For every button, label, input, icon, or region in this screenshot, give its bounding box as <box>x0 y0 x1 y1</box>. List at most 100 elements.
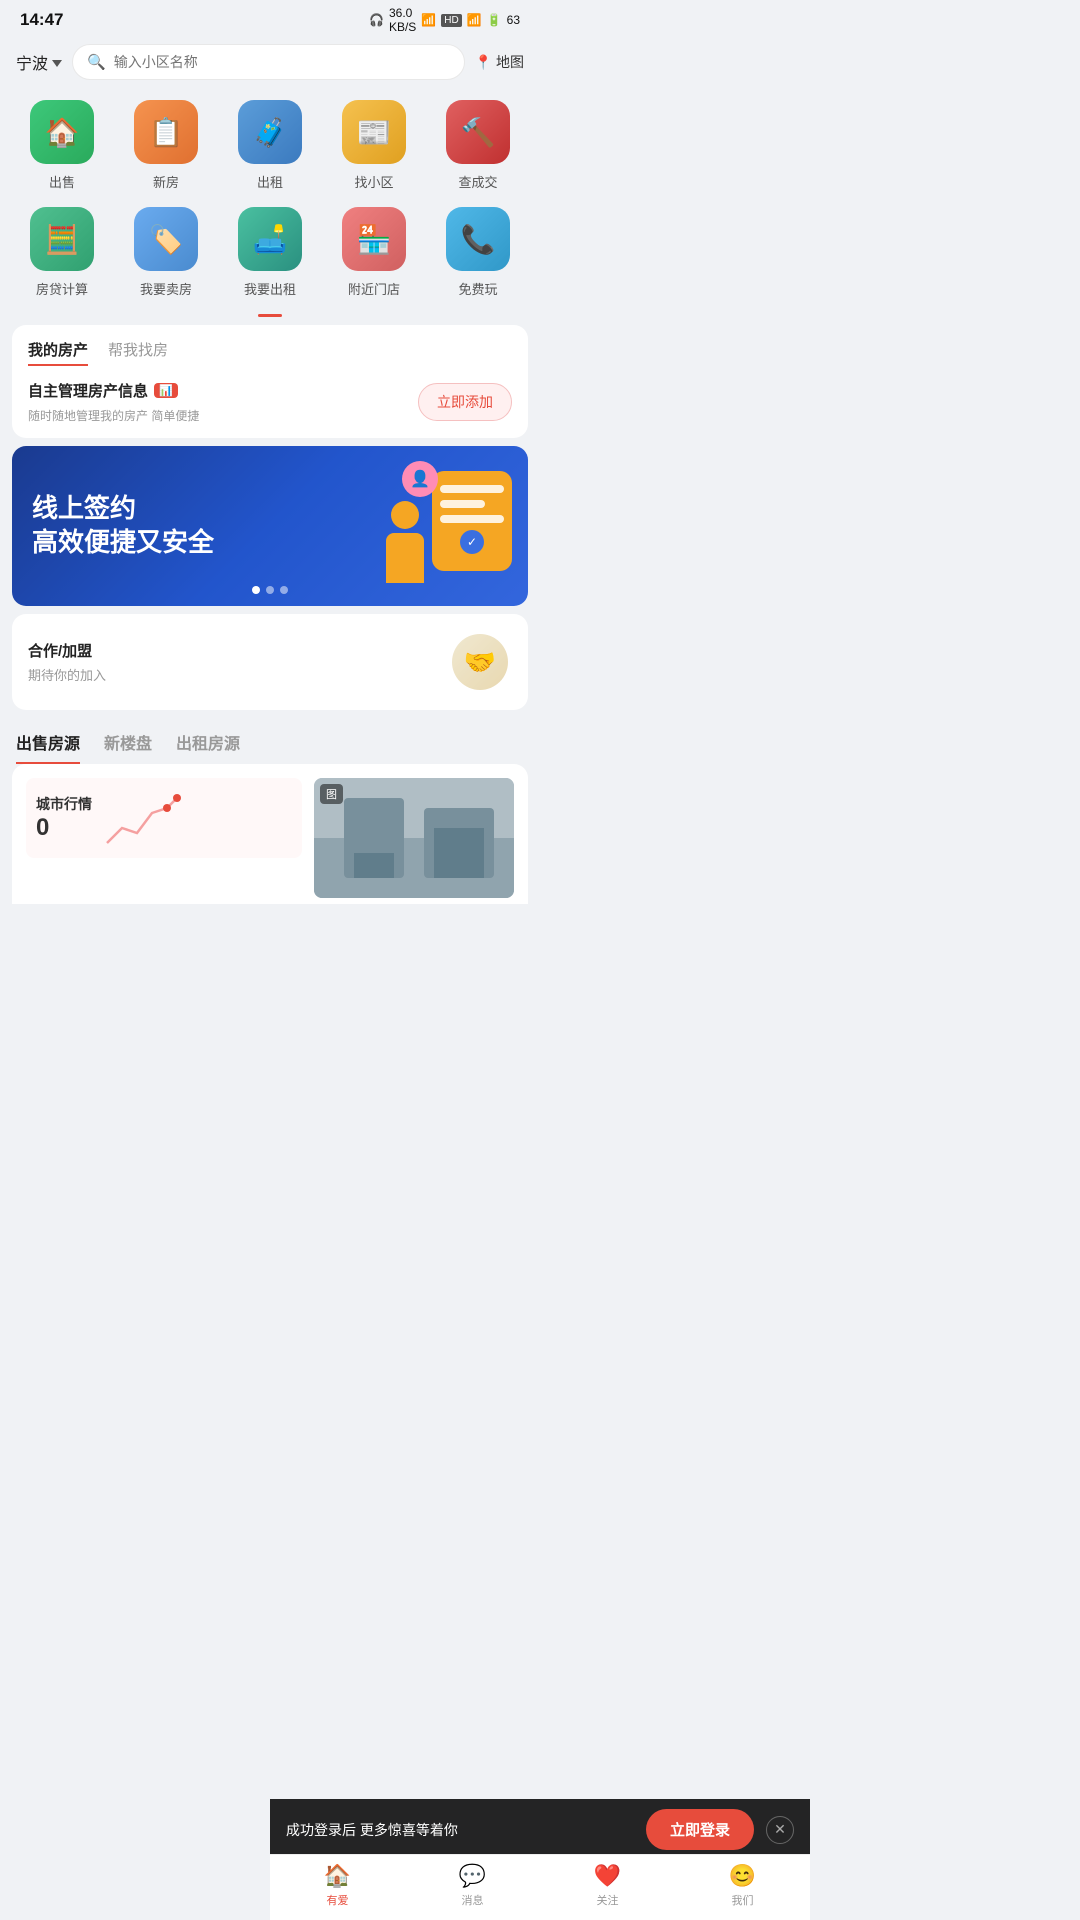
icon-check-deal[interactable]: 🔨 查成交 <box>433 100 523 191</box>
favorite-nav-icon: ❤️ <box>594 1863 621 1889</box>
sell-house-label: 我要卖房 <box>140 279 192 298</box>
banner: 线上签约 高效便捷又安全 ✓ 👤 <box>12 446 528 606</box>
trend-chart-icon <box>102 788 182 848</box>
property-nav: 出售房源 新楼盘 出租房源 <box>0 718 540 764</box>
new-house-icon-box: 📋 <box>134 100 198 164</box>
trend-number: 0 <box>36 814 92 842</box>
status-bar: 14:47 🎧 36.0KB/S 📶 HD 📶 🔋 63 <box>0 0 540 36</box>
banner-dot-1 <box>252 586 260 594</box>
icon-grid-row1: 🏠 出售 📋 新房 🧳 出租 📰 找小区 🔨 查成交 🧮 房贷计算 🏷️ 我要卖… <box>0 92 540 317</box>
contract-icon: 🤝 <box>452 634 508 690</box>
property-card: 我的房产 帮我找房 自主管理房产信息 📊 随时随地管理我的房产 简单便捷 立即添… <box>12 325 528 438</box>
vr-icon-box: 📞 <box>446 207 510 271</box>
tab-find-house[interactable]: 帮我找房 <box>108 339 168 366</box>
favorite-nav-label: 关注 <box>597 1892 619 1908</box>
login-button[interactable]: 立即登录 <box>646 1809 754 1850</box>
search-icon: 🔍 <box>87 53 106 71</box>
banner-dot-3 <box>280 586 288 594</box>
nav-home[interactable]: 🏠 有爱 <box>308 1863 368 1908</box>
listing-section: 城市行情 0 <box>12 764 528 904</box>
city-trend-title: 城市行情 <box>36 794 92 814</box>
map-button[interactable]: 📍 地图 <box>475 52 524 72</box>
search-bar[interactable]: 🔍 <box>72 44 465 80</box>
partner-info: 合作/加盟 期待你的加入 <box>28 640 106 684</box>
sale-label: 出售 <box>49 172 75 191</box>
image-badge: 图 <box>320 784 343 804</box>
rent-out-label: 我要出租 <box>244 279 296 298</box>
rent-label: 出租 <box>257 172 283 191</box>
find-community-label: 找小区 <box>354 172 393 191</box>
partner-icon: 🤝 <box>448 630 512 694</box>
banner-dot-2 <box>266 586 274 594</box>
message-nav-icon: 💬 <box>459 1863 486 1889</box>
nav-message[interactable]: 💬 消息 <box>443 1863 503 1908</box>
icon-row-2: 🧮 房贷计算 🏷️ 我要卖房 🛋️ 我要出租 🏪 附近门店 📞 免费玩 <box>10 207 530 298</box>
icon-sell-house[interactable]: 🏷️ 我要卖房 <box>121 207 211 298</box>
sell-house-icon-box: 🏷️ <box>134 207 198 271</box>
listing-row: 城市行情 0 <box>26 778 514 898</box>
map-icon: 📍 <box>475 54 492 71</box>
city-selector[interactable]: 宁波 <box>16 50 62 74</box>
listing-placeholder <box>314 778 514 898</box>
partner-card[interactable]: 合作/加盟 期待你的加入 🤝 <box>12 614 528 710</box>
login-prompt-text: 成功登录后 更多惊喜等着你 <box>286 1820 634 1840</box>
tab-rent-listings[interactable]: 出租房源 <box>176 730 240 764</box>
battery-icon: 🔋 <box>487 13 502 27</box>
icon-rent-out[interactable]: 🛋️ 我要出租 <box>225 207 315 298</box>
tab-new-buildings[interactable]: 新楼盘 <box>104 730 152 764</box>
add-property-button[interactable]: 立即添加 <box>418 383 512 421</box>
icon-row-1: 🏠 出售 📋 新房 🧳 出租 📰 找小区 🔨 查成交 <box>10 100 530 191</box>
sale-icon-box: 🏠 <box>30 100 94 164</box>
wifi-icon: 📶 <box>421 13 436 27</box>
status-icons: 🎧 36.0KB/S 📶 HD 📶 🔋 63 <box>369 6 520 34</box>
headphone-icon: 🎧 <box>369 13 384 27</box>
icon-new-house[interactable]: 📋 新房 <box>121 100 211 191</box>
property-subtitle: 随时随地管理我的房产 简单便捷 <box>28 407 199 424</box>
mortgage-label: 房贷计算 <box>36 279 88 298</box>
new-house-label: 新房 <box>153 172 179 191</box>
scroll-dot-line <box>258 314 282 317</box>
icon-mortgage[interactable]: 🧮 房贷计算 <box>17 207 107 298</box>
partner-title: 合作/加盟 <box>28 640 106 661</box>
rent-out-icon-box: 🛋️ <box>238 207 302 271</box>
login-bar-close-button[interactable]: ✕ <box>766 1816 794 1844</box>
rent-icon-box: 🧳 <box>238 100 302 164</box>
banner-dots <box>252 586 288 594</box>
city-name: 宁波 <box>16 50 48 74</box>
icon-sale[interactable]: 🏠 出售 <box>17 100 107 191</box>
header: 宁波 🔍 📍 地图 <box>0 36 540 92</box>
home-nav-label: 有爱 <box>327 1892 349 1908</box>
nav-favorite[interactable]: ❤️ 关注 <box>578 1863 638 1908</box>
property-tabs: 我的房产 帮我找房 <box>28 339 512 366</box>
chevron-down-icon <box>52 60 62 67</box>
login-bar: 成功登录后 更多惊喜等着你 立即登录 ✕ <box>270 1799 810 1860</box>
check-deal-label: 查成交 <box>458 172 497 191</box>
home-nav-icon: 🏠 <box>324 1863 351 1889</box>
property-title: 自主管理房产信息 📊 <box>28 380 199 401</box>
message-nav-label: 消息 <box>462 1892 484 1908</box>
nearby-store-icon-box: 🏪 <box>342 207 406 271</box>
icon-vr[interactable]: 📞 免费玩 <box>433 207 523 298</box>
city-trend: 城市行情 0 <box>26 778 302 858</box>
property-content: 自主管理房产信息 📊 随时随地管理我的房产 简单便捷 立即添加 <box>28 380 512 424</box>
tab-my-property[interactable]: 我的房产 <box>28 339 88 366</box>
nearby-store-label: 附近门店 <box>348 279 400 298</box>
scroll-indicator <box>10 314 530 317</box>
icon-nearby-store[interactable]: 🏪 附近门店 <box>329 207 419 298</box>
mortgage-icon-box: 🧮 <box>30 207 94 271</box>
profile-nav-icon: 😊 <box>729 1863 756 1889</box>
search-input[interactable] <box>114 54 450 70</box>
bottom-nav: 🏠 有爱 💬 消息 ❤️ 关注 😊 我们 <box>270 1854 810 1920</box>
status-time: 14:47 <box>20 10 63 30</box>
icon-find-community[interactable]: 📰 找小区 <box>329 100 419 191</box>
tab-sale-listings[interactable]: 出售房源 <box>16 730 80 764</box>
property-badge: 📊 <box>154 383 178 398</box>
banner-line1: 线上签约 高效便捷又安全 <box>32 492 214 560</box>
listing-left: 城市行情 0 <box>26 778 302 898</box>
icon-rent[interactable]: 🧳 出租 <box>225 100 315 191</box>
vr-label: 免费玩 <box>458 279 497 298</box>
data-speed: 36.0KB/S <box>389 6 416 34</box>
nav-profile[interactable]: 😊 我们 <box>713 1863 773 1908</box>
profile-nav-label: 我们 <box>732 1892 754 1908</box>
partner-subtitle: 期待你的加入 <box>28 665 106 684</box>
